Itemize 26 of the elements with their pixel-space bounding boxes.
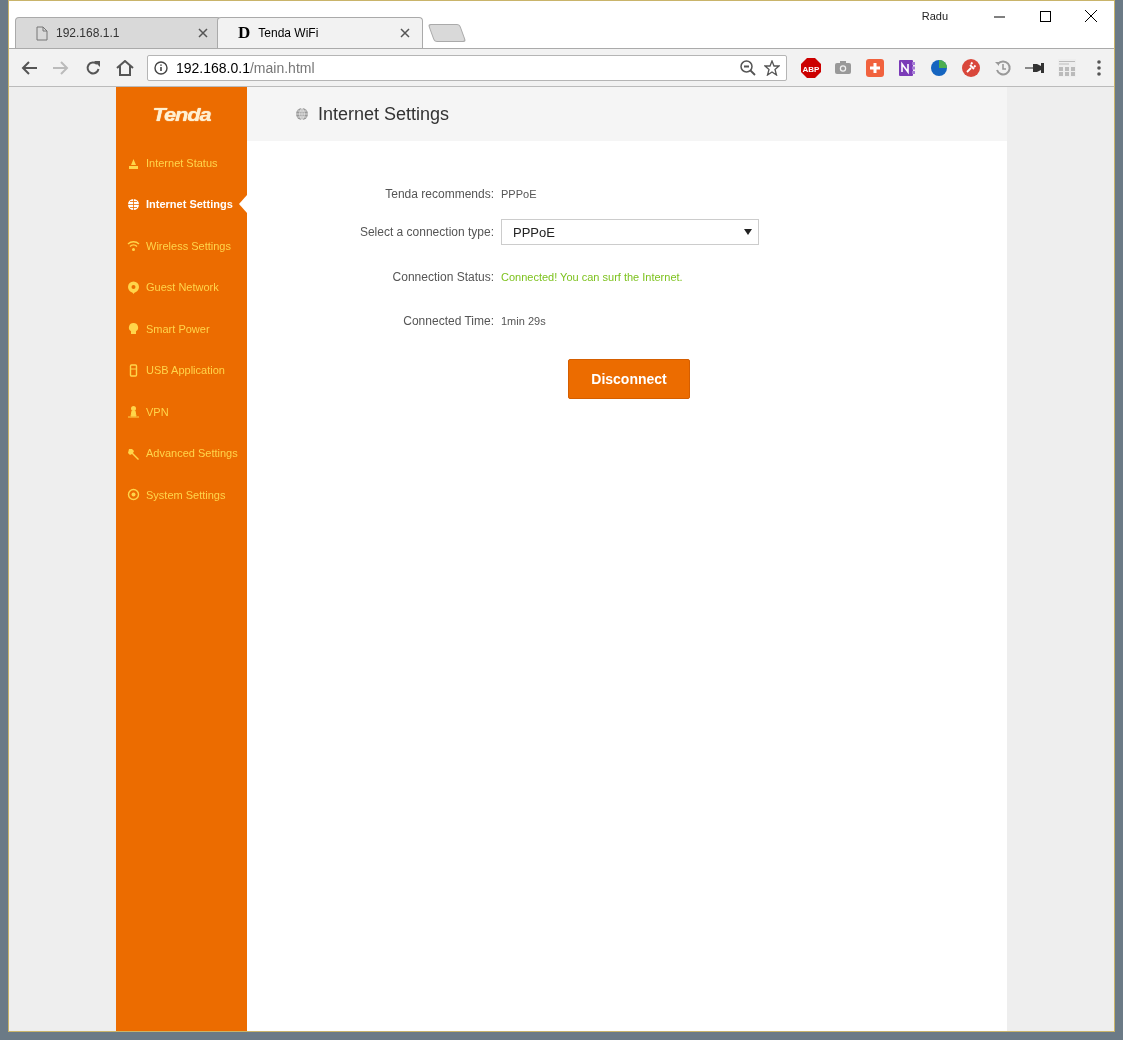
disconnect-button[interactable]: Disconnect (568, 359, 690, 399)
sidebar-item[interactable]: VPN (116, 391, 247, 433)
sidebar-item[interactable]: Wireless Settings (116, 225, 247, 267)
sidebar-item[interactable]: Advanced Settings (116, 432, 247, 474)
field-value: 1min 29s (501, 314, 546, 327)
field-label: Tenda recommends: (384, 186, 494, 201)
profile-name[interactable]: Radu (921, 10, 948, 22)
tenda-logo: Tenda (151, 102, 212, 127)
sidebar-item[interactable]: Smart Power (116, 308, 247, 350)
browser-tab[interactable]: D Tenda WiFi (217, 17, 423, 48)
page-title: Internet Settings (318, 103, 450, 125)
sidebar-item[interactable]: Guest Network (116, 266, 247, 308)
sidebar-item[interactable]: USB Application (116, 349, 247, 391)
field-label: Select a connection type: (358, 225, 494, 239)
connection-type-select[interactable]: PPPoE (501, 219, 759, 245)
field-label: Connected Time: (402, 313, 494, 328)
url-text: 192.168.0.1/main.html (176, 59, 316, 76)
status-text: Connected! You can surf the Internet. (501, 271, 683, 283)
adblock-label: ABP (802, 64, 820, 73)
sidebar-item[interactable]: Internet Settings (116, 183, 247, 225)
field-label: Connection Status: (391, 270, 494, 284)
favicon-text: D (238, 23, 251, 43)
field-value: PPPoE (501, 187, 537, 200)
sidebar-item[interactable]: System Settings (116, 474, 247, 516)
sidebar-item[interactable]: Internet Status (116, 142, 247, 184)
address-bar[interactable]: 192.168.0.1/main.html (147, 54, 787, 81)
